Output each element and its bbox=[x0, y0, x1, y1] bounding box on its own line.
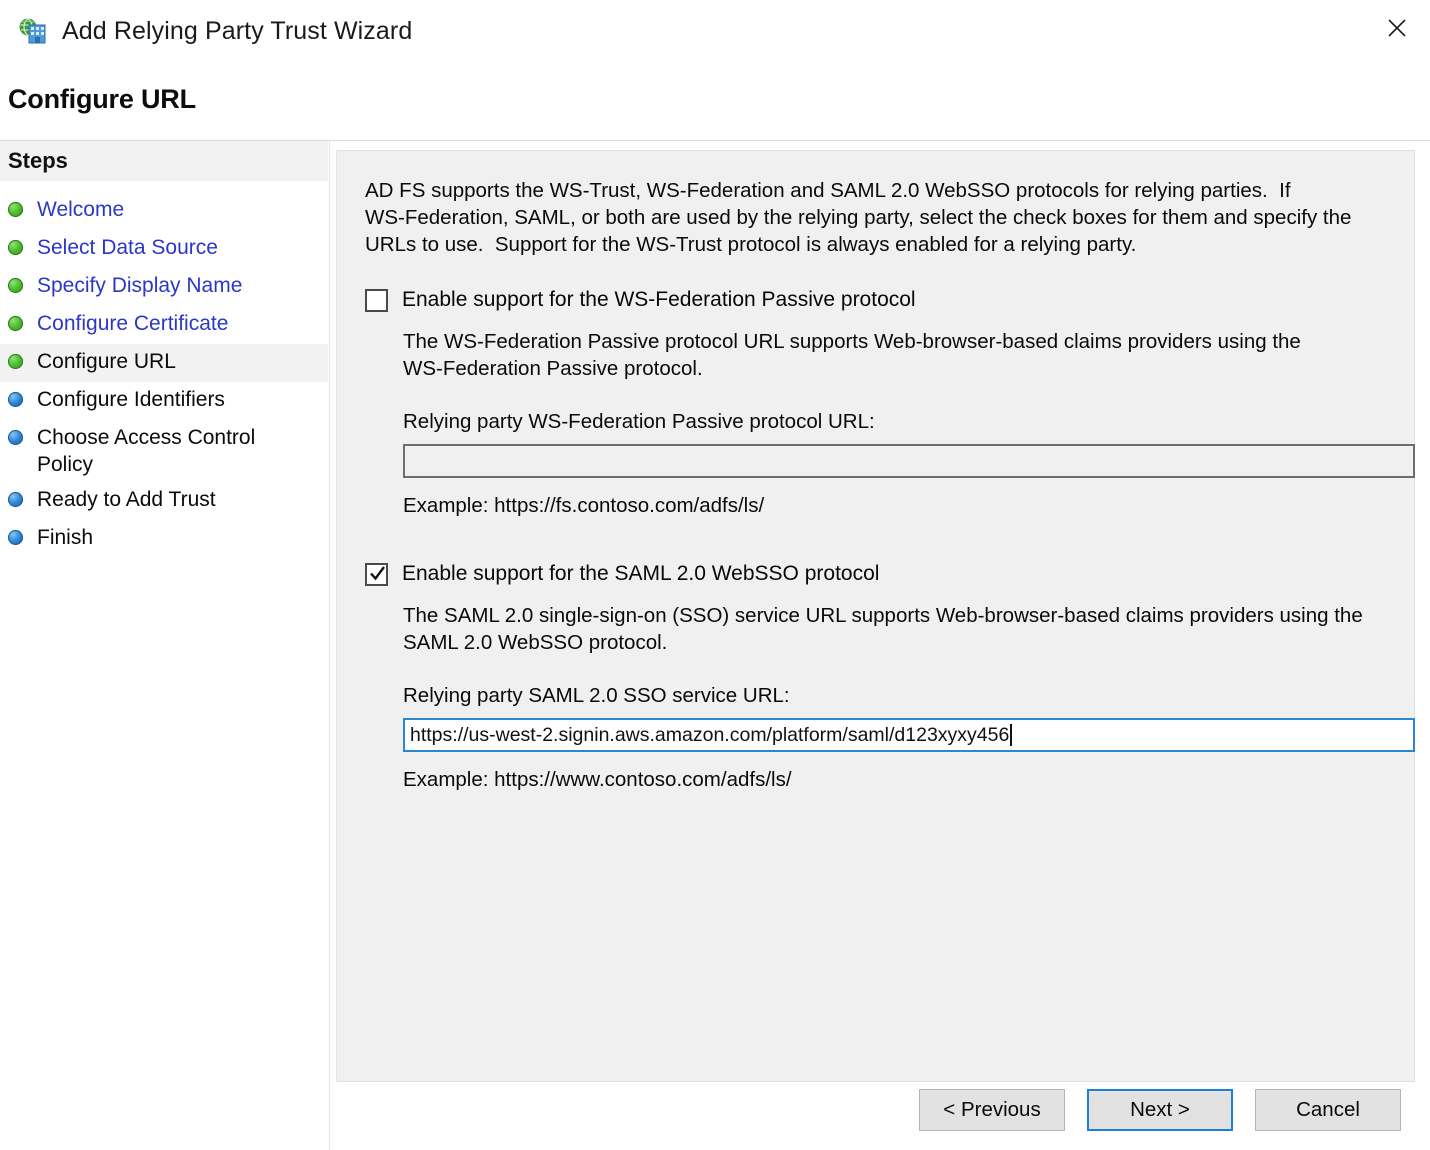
wsfed-section: The WS-Federation Passive protocol URL s… bbox=[403, 328, 1415, 518]
wsfed-description: The WS-Federation Passive protocol URL s… bbox=[403, 330, 1301, 380]
wsfed-url-label: Relying party WS-Federation Passive prot… bbox=[403, 410, 875, 433]
close-icon[interactable] bbox=[1364, 0, 1430, 56]
steps-list: Welcome Select Data Source Specify Displ… bbox=[0, 181, 328, 558]
step-status-bullet-icon bbox=[8, 278, 23, 293]
steps-sidebar: Steps Welcome Select Data Source Specify… bbox=[0, 141, 328, 1150]
step-status-bullet-icon bbox=[8, 316, 23, 331]
sidebar-item-label: Ready to Add Trust bbox=[37, 488, 216, 511]
sidebar-item-label: Select Data Source bbox=[37, 236, 218, 259]
steps-header: Steps bbox=[0, 141, 328, 181]
wsfed-example-text: Example: https://fs.contoso.com/adfs/ls/ bbox=[403, 494, 765, 517]
saml-example-text: Example: https://www.contoso.com/adfs/ls… bbox=[403, 768, 792, 791]
sidebar-item-label: Welcome bbox=[37, 198, 125, 221]
saml-enable-checkbox[interactable] bbox=[365, 562, 388, 586]
saml-checkbox-label: Enable support for the SAML 2.0 WebSSO p… bbox=[402, 562, 880, 585]
sidebar-divider bbox=[329, 141, 330, 1150]
sidebar-item-label: Configure Certificate bbox=[37, 312, 229, 335]
step-status-bullet-icon bbox=[8, 202, 23, 217]
sidebar-item-configure-url[interactable]: Configure URL bbox=[0, 344, 328, 382]
cancel-button[interactable]: Cancel bbox=[1255, 1089, 1401, 1131]
saml-url-label: Relying party SAML 2.0 SSO service URL: bbox=[403, 684, 790, 707]
step-status-bullet-icon bbox=[8, 240, 23, 255]
sidebar-item-label: Finish bbox=[37, 526, 94, 549]
sidebar-item-specify-display-name[interactable]: Specify Display Name bbox=[0, 268, 328, 306]
window-titlebar: Add Relying Party Trust Wizard bbox=[0, 0, 1430, 62]
wizard-footer: < Previous Next > Cancel bbox=[336, 1089, 1415, 1145]
sidebar-item-label: Configure Identifiers bbox=[37, 388, 225, 411]
step-status-bullet-icon bbox=[8, 530, 23, 545]
page-title: Configure URL bbox=[8, 84, 196, 114]
wsfed-url-input[interactable] bbox=[403, 444, 1415, 478]
text-caret bbox=[1010, 724, 1012, 746]
main-content-panel: AD FS supports the WS-Trust, WS-Federati… bbox=[336, 150, 1415, 1082]
sidebar-item-configure-certificate[interactable]: Configure Certificate bbox=[0, 306, 328, 344]
saml-checkbox-row[interactable]: Enable support for the SAML 2.0 WebSSO p… bbox=[365, 562, 1392, 586]
sidebar-item-ready-to-add-trust[interactable]: Ready to Add Trust bbox=[0, 482, 328, 520]
sidebar-item-label: Specify Display Name bbox=[37, 274, 243, 297]
saml-url-value: https://us-west-2.signin.aws.amazon.com/… bbox=[410, 723, 1010, 746]
intro-paragraph: AD FS supports the WS-Trust, WS-Federati… bbox=[365, 179, 1352, 256]
wsfed-enable-checkbox[interactable] bbox=[365, 288, 388, 312]
checkmark-icon bbox=[370, 565, 385, 580]
sidebar-item-label: Choose Access Control Policy bbox=[37, 426, 256, 476]
step-status-bullet-icon bbox=[8, 430, 23, 445]
sidebar-item-welcome[interactable]: Welcome bbox=[0, 192, 328, 230]
sidebar-item-select-data-source[interactable]: Select Data Source bbox=[0, 230, 328, 268]
saml-url-input[interactable]: https://us-west-2.signin.aws.amazon.com/… bbox=[403, 718, 1415, 752]
sidebar-item-finish[interactable]: Finish bbox=[0, 520, 328, 558]
sidebar-item-choose-access-control-policy[interactable]: Choose Access Control Policy bbox=[0, 420, 328, 482]
sidebar-item-label: Configure URL bbox=[37, 350, 176, 373]
next-button[interactable]: Next > bbox=[1087, 1089, 1233, 1131]
window-title: Add Relying Party Trust Wizard bbox=[62, 16, 413, 45]
wsfed-checkbox-row[interactable]: Enable support for the WS-Federation Pas… bbox=[365, 288, 1392, 312]
previous-button[interactable]: < Previous bbox=[919, 1089, 1065, 1131]
saml-section: The SAML 2.0 single-sign-on (SSO) servic… bbox=[403, 602, 1415, 792]
step-status-bullet-icon bbox=[8, 354, 23, 369]
step-status-bullet-icon bbox=[8, 392, 23, 407]
wsfed-checkbox-label: Enable support for the WS-Federation Pas… bbox=[402, 288, 916, 311]
saml-description: The SAML 2.0 single-sign-on (SSO) servic… bbox=[403, 604, 1363, 654]
adfs-globe-server-icon bbox=[18, 16, 48, 46]
step-status-bullet-icon bbox=[8, 492, 23, 507]
sidebar-item-configure-identifiers[interactable]: Configure Identifiers bbox=[0, 382, 328, 420]
